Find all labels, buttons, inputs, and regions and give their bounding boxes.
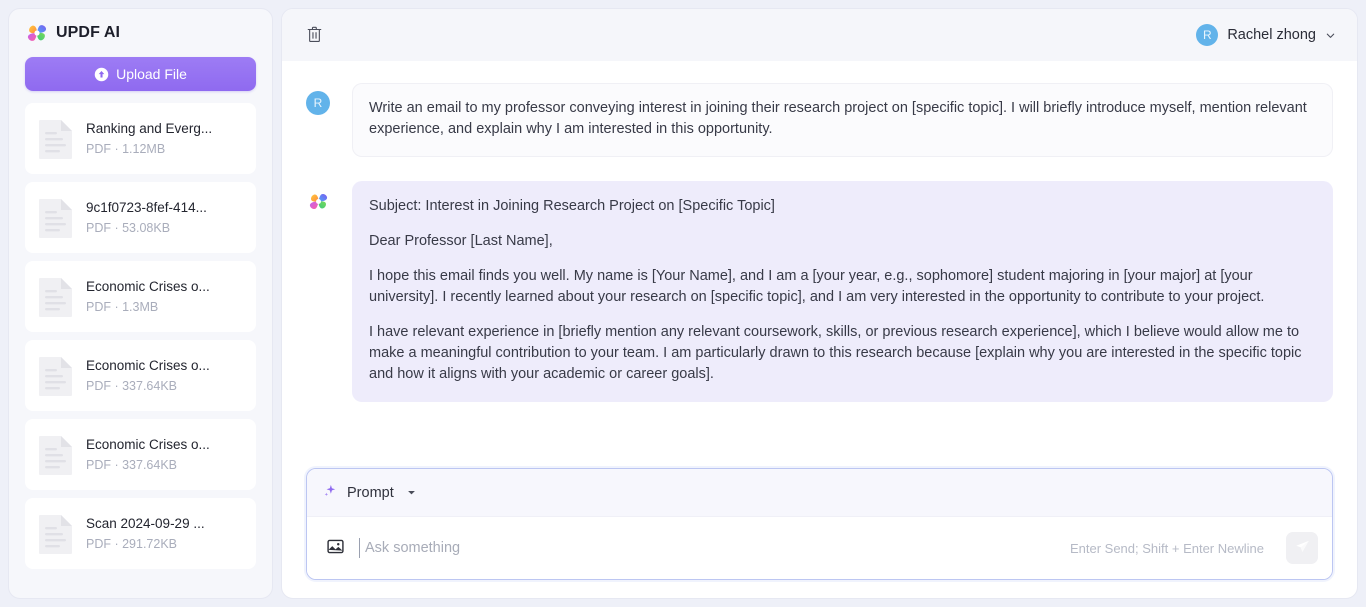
- composer-area: Prompt: [282, 468, 1357, 598]
- upload-file-button[interactable]: Upload File: [25, 57, 256, 91]
- pdf-file-icon: [37, 117, 75, 161]
- pdf-file-icon: [37, 433, 75, 477]
- list-item[interactable]: Economic Crises o... PDF · 1.3MB: [25, 261, 256, 332]
- prompt-dropdown-button[interactable]: Prompt: [323, 483, 416, 502]
- message-paragraph: Subject: Interest in Joining Research Pr…: [369, 196, 1314, 217]
- upload-arrow-icon: [94, 67, 109, 82]
- keyboard-hint: Enter Send; Shift + Enter Newline: [1070, 541, 1264, 556]
- file-size: PDF · 337.64KB: [86, 378, 210, 394]
- chevron-down-icon: [1325, 30, 1336, 41]
- chat-message-assistant: Subject: Interest in Joining Research Pr…: [306, 181, 1333, 402]
- list-item[interactable]: Economic Crises o... PDF · 337.64KB: [25, 419, 256, 490]
- file-size: PDF · 53.08KB: [86, 220, 207, 236]
- file-size: PDF · 1.12MB: [86, 141, 212, 157]
- message-paragraph: I have relevant experience in [briefly m…: [369, 322, 1314, 385]
- pdf-file-icon: [37, 512, 75, 556]
- file-meta: Economic Crises o... PDF · 1.3MB: [86, 278, 210, 315]
- file-name: Scan 2024-09-29 ...: [86, 515, 205, 533]
- list-item[interactable]: 9c1f0723-8fef-414... PDF · 53.08KB: [25, 182, 256, 253]
- composer-input-row: Enter Send; Shift + Enter Newline: [307, 517, 1332, 579]
- user-menu[interactable]: R Rachel zhong: [1196, 24, 1336, 46]
- file-size: PDF · 1.3MB: [86, 299, 210, 315]
- composer-toolbar: Prompt: [307, 469, 1332, 517]
- file-name: Ranking and Everg...: [86, 120, 212, 138]
- user-name: Rachel zhong: [1227, 27, 1316, 43]
- updf-clover-logo-icon: [27, 23, 47, 43]
- search-input[interactable]: [359, 538, 1058, 558]
- composer: Prompt: [306, 468, 1333, 580]
- pdf-file-icon: [37, 275, 75, 319]
- chat-message-user: R Write an email to my professor conveyi…: [306, 83, 1333, 157]
- list-item[interactable]: Economic Crises o... PDF · 337.64KB: [25, 340, 256, 411]
- brand: UPDF AI: [25, 23, 256, 43]
- updf-clover-logo-icon: [306, 189, 330, 213]
- file-name: Economic Crises o...: [86, 436, 210, 454]
- pdf-file-icon: [37, 196, 75, 240]
- chat-thread: R Write an email to my professor conveyi…: [282, 61, 1357, 468]
- send-paper-plane-icon: [1294, 538, 1311, 558]
- message-bubble-assistant: Subject: Interest in Joining Research Pr…: [352, 181, 1333, 402]
- file-meta: Ranking and Everg... PDF · 1.12MB: [86, 120, 212, 157]
- file-meta: 9c1f0723-8fef-414... PDF · 53.08KB: [86, 199, 207, 236]
- brand-title: UPDF AI: [56, 24, 120, 42]
- sparkle-icon: [323, 483, 338, 502]
- avatar: R: [1196, 24, 1218, 46]
- file-meta: Economic Crises o... PDF · 337.64KB: [86, 436, 210, 473]
- prompt-label: Prompt: [347, 485, 394, 501]
- trash-icon: [306, 25, 323, 46]
- file-list: Ranking and Everg... PDF · 1.12MB: [25, 103, 256, 598]
- file-size: PDF · 291.72KB: [86, 536, 205, 552]
- file-name: Economic Crises o...: [86, 357, 210, 375]
- app-root: UPDF AI Upload File: [0, 0, 1366, 607]
- send-button[interactable]: [1286, 532, 1318, 564]
- file-size: PDF · 337.64KB: [86, 457, 210, 473]
- topbar: R Rachel zhong: [282, 9, 1357, 61]
- caret-down-icon: [403, 488, 416, 497]
- message-paragraph: Dear Professor [Last Name],: [369, 231, 1314, 252]
- attach-image-button[interactable]: [323, 536, 347, 560]
- main-panel: R Rachel zhong R Write an email to my pr…: [281, 8, 1358, 599]
- message-bubble-user: Write an email to my professor conveying…: [352, 83, 1333, 157]
- delete-chat-button[interactable]: [300, 21, 328, 49]
- list-item[interactable]: Ranking and Everg... PDF · 1.12MB: [25, 103, 256, 174]
- message-paragraph: I hope this email finds you well. My nam…: [369, 266, 1314, 308]
- avatar: R: [306, 91, 330, 115]
- file-name: Economic Crises o...: [86, 278, 210, 296]
- file-name: 9c1f0723-8fef-414...: [86, 199, 207, 217]
- pdf-file-icon: [37, 354, 75, 398]
- file-meta: Economic Crises o... PDF · 337.64KB: [86, 357, 210, 394]
- upload-file-label: Upload File: [116, 66, 187, 82]
- sidebar: UPDF AI Upload File: [8, 8, 273, 599]
- message-paragraph: Write an email to my professor conveying…: [369, 98, 1314, 140]
- image-icon: [326, 537, 345, 559]
- file-meta: Scan 2024-09-29 ... PDF · 291.72KB: [86, 515, 205, 552]
- list-item[interactable]: Scan 2024-09-29 ... PDF · 291.72KB: [25, 498, 256, 569]
